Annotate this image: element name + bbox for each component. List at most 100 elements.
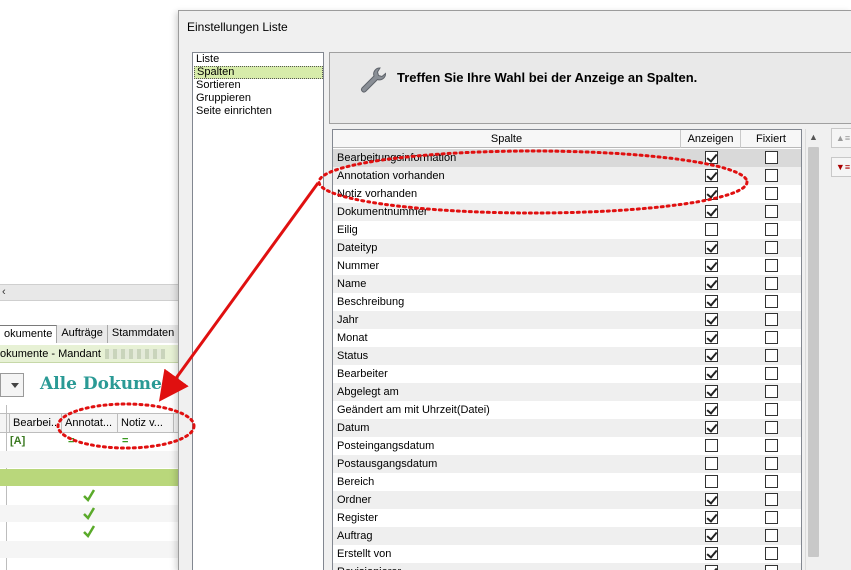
table-row[interactable] xyxy=(0,541,180,558)
fixed-checkbox[interactable] xyxy=(765,313,778,326)
move-up-button[interactable]: ▲≡ xyxy=(831,128,851,148)
show-checkbox[interactable] xyxy=(705,547,718,560)
tab-stammdaten[interactable]: Stammdaten xyxy=(107,325,180,343)
show-checkbox[interactable] xyxy=(705,529,718,542)
fixed-checkbox[interactable] xyxy=(765,151,778,164)
show-checkbox[interactable] xyxy=(705,331,718,344)
grid-col-bearbeitung[interactable]: Bearbei... xyxy=(10,414,62,433)
show-checkbox[interactable] xyxy=(705,295,718,308)
nav-item-spalten[interactable]: Spalten xyxy=(194,66,323,79)
show-checkbox[interactable] xyxy=(705,565,718,570)
scroll-up-icon[interactable]: ▲ xyxy=(806,129,821,145)
table-row[interactable]: Auftrag xyxy=(333,527,801,545)
show-checkbox[interactable] xyxy=(705,439,718,452)
show-checkbox[interactable] xyxy=(705,259,718,272)
fixed-checkbox[interactable] xyxy=(765,205,778,218)
fixed-checkbox[interactable] xyxy=(765,223,778,236)
nav-item-gruppieren[interactable]: Gruppieren xyxy=(194,92,323,105)
fixed-checkbox[interactable] xyxy=(765,529,778,542)
table-row[interactable]: Geändert am mit Uhrzeit(Datei) xyxy=(333,401,801,419)
table-row[interactable]: Datum xyxy=(333,419,801,437)
table-row[interactable]: Beschreibung xyxy=(333,293,801,311)
table-row[interactable]: Name xyxy=(333,275,801,293)
show-checkbox[interactable] xyxy=(705,151,718,164)
table-row[interactable]: Bearbeitungsinformation xyxy=(333,149,801,167)
fixed-checkbox[interactable] xyxy=(765,367,778,380)
table-row[interactable]: Revisionierer xyxy=(333,563,801,570)
show-checkbox[interactable] xyxy=(705,205,718,218)
grid-vertical-scrollbar[interactable]: ▲ xyxy=(805,129,820,570)
fixed-checkbox[interactable] xyxy=(765,259,778,272)
table-row[interactable]: Ordner xyxy=(333,491,801,509)
fixed-checkbox[interactable] xyxy=(765,475,778,488)
show-checkbox[interactable] xyxy=(705,367,718,380)
fixed-checkbox[interactable] xyxy=(765,565,778,570)
horizontal-scrollbar[interactable]: ‹ xyxy=(0,284,180,301)
table-row[interactable]: Bereich xyxy=(333,473,801,491)
table-row[interactable]: Jahr xyxy=(333,311,801,329)
table-row[interactable]: Bearbeiter xyxy=(333,365,801,383)
fixed-checkbox[interactable] xyxy=(765,169,778,182)
show-checkbox[interactable] xyxy=(705,403,718,416)
show-checkbox[interactable] xyxy=(705,421,718,434)
table-row-selected[interactable] xyxy=(0,469,180,486)
scroll-thumb[interactable] xyxy=(808,147,819,557)
fixed-checkbox[interactable] xyxy=(765,439,778,452)
table-row[interactable]: Postausgangsdatum xyxy=(333,455,801,473)
show-checkbox[interactable] xyxy=(705,385,718,398)
table-row[interactable]: Status xyxy=(333,347,801,365)
fixed-checkbox[interactable] xyxy=(765,385,778,398)
nav-item-sortieren[interactable]: Sortieren xyxy=(194,79,323,92)
col-header-spalte[interactable]: Spalte xyxy=(333,130,681,148)
fixed-checkbox[interactable] xyxy=(765,421,778,434)
nav-item-liste[interactable]: Liste xyxy=(194,53,323,66)
table-row[interactable] xyxy=(0,505,180,522)
table-row[interactable]: Notiz vorhanden xyxy=(333,185,801,203)
fixed-checkbox[interactable] xyxy=(765,187,778,200)
col-header-anzeigen[interactable]: Anzeigen xyxy=(681,130,741,148)
nav-item-seite-einrichten[interactable]: Seite einrichten xyxy=(194,105,323,118)
fixed-checkbox[interactable] xyxy=(765,349,778,362)
table-row[interactable]: Dateityp xyxy=(333,239,801,257)
table-row[interactable]: Erstellt von xyxy=(333,545,801,563)
table-row[interactable]: Monat xyxy=(333,329,801,347)
show-checkbox[interactable] xyxy=(705,187,718,200)
table-row[interactable] xyxy=(0,487,180,504)
table-row[interactable]: [A] = = xyxy=(0,433,180,450)
fixed-checkbox[interactable] xyxy=(765,547,778,560)
show-checkbox[interactable] xyxy=(705,313,718,326)
show-checkbox[interactable] xyxy=(705,511,718,524)
table-row[interactable]: Nummer xyxy=(333,257,801,275)
move-down-button[interactable]: ▼≡ xyxy=(831,157,851,177)
tab-dokumente[interactable]: okumente xyxy=(0,325,58,343)
table-row[interactable] xyxy=(0,451,180,468)
grid-col-annotation[interactable]: Annotat... xyxy=(62,414,118,433)
show-checkbox[interactable] xyxy=(705,241,718,254)
show-checkbox[interactable] xyxy=(705,457,718,470)
fixed-checkbox[interactable] xyxy=(765,403,778,416)
scroll-left-icon[interactable]: ‹ xyxy=(2,286,6,298)
col-header-fixiert[interactable]: Fixiert xyxy=(741,130,801,148)
grid-col-notiz[interactable]: Notiz v... xyxy=(118,414,174,433)
table-row[interactable] xyxy=(0,523,180,540)
show-checkbox[interactable] xyxy=(705,475,718,488)
show-checkbox[interactable] xyxy=(705,349,718,362)
view-selector[interactable] xyxy=(0,373,24,397)
fixed-checkbox[interactable] xyxy=(765,277,778,290)
table-row[interactable]: Annotation vorhanden xyxy=(333,167,801,185)
table-row[interactable]: Register xyxy=(333,509,801,527)
fixed-checkbox[interactable] xyxy=(765,295,778,308)
show-checkbox[interactable] xyxy=(705,277,718,290)
table-row[interactable]: Eilig xyxy=(333,221,801,239)
fixed-checkbox[interactable] xyxy=(765,493,778,506)
show-checkbox[interactable] xyxy=(705,223,718,236)
fixed-checkbox[interactable] xyxy=(765,241,778,254)
table-row[interactable]: Abgelegt am xyxy=(333,383,801,401)
tab-auftraege[interactable]: Aufträge xyxy=(57,325,108,343)
table-row[interactable]: Dokumentnummer xyxy=(333,203,801,221)
fixed-checkbox[interactable] xyxy=(765,511,778,524)
show-checkbox[interactable] xyxy=(705,169,718,182)
fixed-checkbox[interactable] xyxy=(765,331,778,344)
show-checkbox[interactable] xyxy=(705,493,718,506)
fixed-checkbox[interactable] xyxy=(765,457,778,470)
